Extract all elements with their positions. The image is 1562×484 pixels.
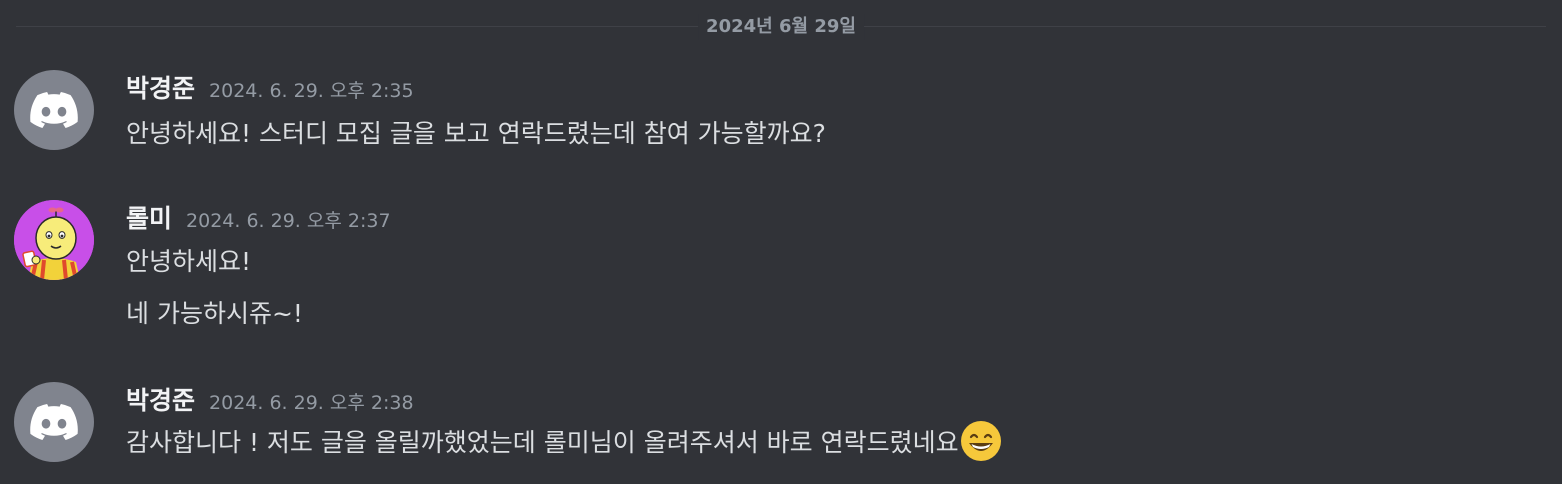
avatar[interactable] — [14, 200, 94, 280]
message-text: 네 가능하시쥬~! — [126, 299, 303, 328]
username[interactable]: 박경준 — [126, 70, 195, 108]
avatar[interactable] — [14, 70, 94, 150]
timestamp: 2024. 6. 29. 오후 2:35 — [209, 80, 414, 102]
message-header: 박경준 2024. 6. 29. 오후 2:38 — [126, 382, 414, 422]
username[interactable]: 롤미 — [126, 200, 172, 238]
date-divider-label: 2024년 6월 29일 — [698, 14, 864, 40]
message-text: 감사합니다 ! 저도 글을 올릴까했었는데 롤미님이 올려주셔서 바로 연락드렸… — [126, 428, 959, 457]
message-item[interactable]: 롤미 2024. 6. 29. 오후 2:37 안녕하세요! 네 가능하시쥬~! — [0, 200, 1562, 340]
message-header: 롤미 2024. 6. 29. 오후 2:37 — [126, 200, 391, 240]
username[interactable]: 박경준 — [126, 382, 195, 420]
message-text: 안녕하세요! — [126, 247, 252, 276]
date-divider: 2024년 6월 29일 — [16, 14, 1546, 40]
timestamp: 2024. 6. 29. 오후 2:38 — [209, 392, 414, 414]
message-item[interactable]: 박경준 2024. 6. 29. 오후 2:38 감사합니다 ! 저도 글을 올릴… — [0, 382, 1562, 472]
character-avatar-icon — [14, 200, 94, 280]
message-text: 안녕하세요! 스터디 모집 글을 보고 연락드렸는데 참여 가능할까요? — [126, 119, 826, 148]
message-header: 박경준 2024. 6. 29. 오후 2:35 — [126, 70, 414, 110]
message-item[interactable]: 박경준 2024. 6. 29. 오후 2:35 안녕하세요! 스터디 모집 글을… — [0, 70, 1562, 160]
timestamp: 2024. 6. 29. 오후 2:37 — [186, 210, 391, 232]
discord-icon — [30, 92, 78, 128]
discord-icon — [30, 404, 78, 440]
avatar[interactable] — [14, 382, 94, 462]
grinning-smile-emoji-icon[interactable] — [959, 419, 1003, 463]
message-text-row: 감사합니다 ! 저도 글을 올릴까했었는데 롤미님이 올려주셔서 바로 연락드렸… — [126, 419, 1003, 466]
